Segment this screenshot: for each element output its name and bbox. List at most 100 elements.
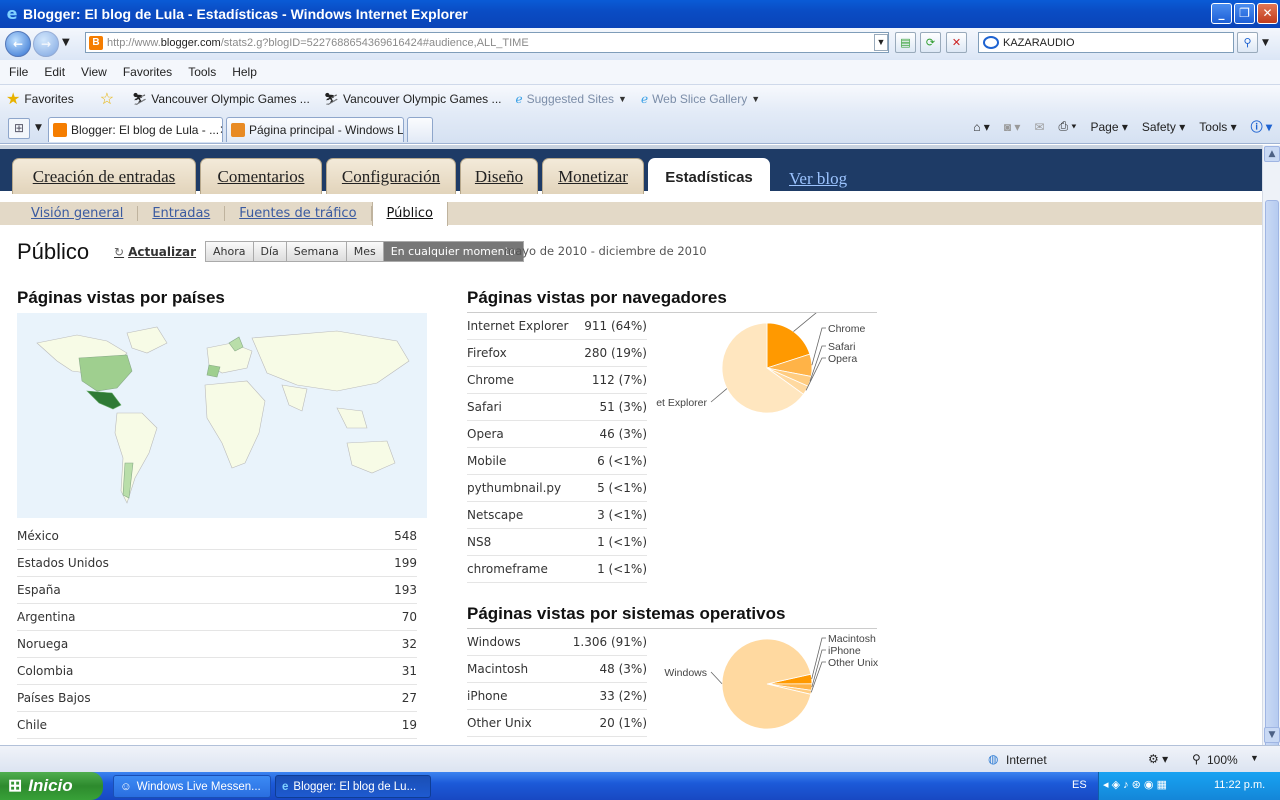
compat-view-icon[interactable]: ▤ [895, 32, 916, 53]
vertical-scrollbar[interactable]: ▲ ▼ [1262, 145, 1280, 750]
tab-monetizar[interactable]: Monetizar [542, 158, 644, 194]
menu-file[interactable]: File [0, 65, 35, 79]
menu-tools[interactable]: Tools [179, 65, 223, 79]
tab-configuracion[interactable]: Configuración [326, 158, 456, 194]
star-icon: ★ [6, 90, 21, 108]
row-label: Noruega [17, 637, 69, 651]
start-button[interactable]: ⊞ Inicio [0, 772, 103, 800]
row-value: 48 (3%) [599, 662, 647, 676]
subtab-entradas[interactable]: Entradas [138, 206, 226, 221]
zone-label: Internet [1006, 753, 1047, 767]
tools-menu[interactable]: Tools ▾ [1199, 120, 1236, 134]
scroll-up-icon[interactable]: ▲ [1264, 146, 1280, 162]
read-mail-icon[interactable]: ✉ [1034, 120, 1044, 134]
safety-menu[interactable]: Safety ▾ [1142, 120, 1185, 134]
tray-icons[interactable]: ◂ ◈ ♪ ⊛ ◉ ▦ [1103, 778, 1167, 791]
close-tab-icon[interactable]: ✕ [219, 123, 222, 137]
tab-diseno[interactable]: Diseño [460, 158, 538, 194]
new-tab-button[interactable] [407, 117, 433, 142]
zoom-dropdown[interactable]: ▼ [1250, 753, 1259, 763]
pie-label: Opera [828, 353, 857, 365]
suggested-sites[interactable]: ℯ Suggested Sites ▼ [516, 92, 627, 106]
close-button[interactable]: ✕ [1257, 3, 1278, 24]
protected-mode-icon[interactable]: ⚙ ▾ [1148, 752, 1168, 766]
add-favorite-button[interactable]: ☆ [94, 89, 118, 109]
quick-tabs-icon[interactable]: ⊞ [8, 118, 30, 139]
web-slice-gallery[interactable]: ℯ Web Slice Gallery ▼ [641, 92, 760, 106]
tab-estadisticas[interactable]: Estadísticas [648, 158, 770, 195]
feeds-icon[interactable]: ◙ ▾ [1004, 120, 1021, 134]
view-blog-link[interactable]: Ver blog [789, 169, 847, 189]
web-slice-label: Web Slice Gallery [652, 91, 748, 106]
range-mes[interactable]: Mes [346, 242, 384, 261]
search-icon[interactable]: ⚲ [1237, 32, 1258, 53]
countries-table: México 548 Estados Unidos 199 España 193 Argen… [17, 523, 417, 739]
table-row: Firefox 280 (19%) [467, 340, 647, 367]
help-icon[interactable]: ⓘ ▾ [1251, 118, 1272, 135]
tab-comentarios[interactable]: Comentarios [200, 158, 322, 194]
refresh-icon[interactable]: ⟳ [920, 32, 941, 53]
home-icon[interactable]: ⌂ ▾ [973, 120, 990, 134]
tab-creacion-entradas[interactable]: Creación de entradas [12, 158, 196, 194]
stop-icon[interactable]: ✕ [946, 32, 967, 53]
refresh-link[interactable]: ↻ Actualizar [114, 245, 196, 259]
suggested-sites-icon: ℯ [515, 91, 523, 106]
range-ahora[interactable]: Ahora [206, 242, 254, 261]
row-label: Argentina [17, 610, 76, 624]
fav-link-2[interactable]: ⛷ Vancouver Olympic Games ... [324, 92, 502, 106]
range-semana[interactable]: Semana [286, 242, 347, 261]
table-row: Chile 19 [17, 712, 417, 739]
browsers-table: Internet Explorer 911 (64%) Firefox 280 (19… [467, 313, 647, 583]
address-bar[interactable]: B http://www. blogger.com/stats2.g?blogID… [85, 32, 889, 53]
back-button[interactable]: ← [5, 31, 31, 57]
task-blogger[interactable]: e Blogger: El blog de Lu... [275, 775, 431, 798]
task-messenger[interactable]: ☺ Windows Live Messen... [113, 775, 271, 798]
zoom-level[interactable]: 100% [1207, 753, 1238, 767]
menu-help[interactable]: Help [223, 65, 264, 79]
tab-list-dropdown[interactable]: ▼ [35, 123, 42, 133]
range-cualquier-momento[interactable]: En cualquier momento [383, 242, 523, 261]
print-icon[interactable]: ⎙ ▾ [1059, 119, 1077, 134]
fav-link-2-label: Vancouver Olympic Games ... [343, 91, 502, 106]
menu-view[interactable]: View [72, 65, 114, 79]
pie-label: Windows [664, 667, 707, 679]
olympic-icon: ⛷ [323, 91, 340, 106]
search-box[interactable]: KAZARAUDIO [978, 32, 1234, 53]
address-dropdown[interactable]: ▼ [874, 34, 888, 51]
recent-pages-dropdown[interactable]: ▼ [62, 37, 70, 48]
row-value: 193 [394, 583, 417, 597]
page-menu[interactable]: Page ▾ [1090, 120, 1127, 134]
scroll-thumb[interactable] [1265, 200, 1279, 750]
favorites-button[interactable]: ★ Favorites [0, 89, 74, 109]
table-row: chromeframe 1 (<1%) [467, 556, 647, 583]
subtab-fuentes-trafico[interactable]: Fuentes de tráfico [225, 206, 372, 221]
language-indicator[interactable]: ES [1072, 779, 1087, 791]
menu-edit[interactable]: Edit [35, 65, 72, 79]
start-label: Inicio [28, 776, 73, 795]
row-label: Other Unix [467, 716, 532, 730]
subtab-publico[interactable]: Público [371, 201, 448, 226]
maximize-button[interactable]: ❐ [1234, 3, 1255, 24]
tab-windows-live-label: Página principal - Windows Live [249, 123, 404, 137]
search-input[interactable]: KAZARAUDIO [1003, 37, 1075, 49]
zoom-icon[interactable]: ⚲ [1192, 752, 1201, 766]
range-dia[interactable]: Día [253, 242, 287, 261]
minimize-button[interactable]: _ [1211, 3, 1232, 24]
fav-link-1[interactable]: ⛷ Vancouver Olympic Games ... [132, 92, 310, 106]
search-options-dropdown[interactable]: ▼ [1262, 38, 1269, 48]
pie-label: Chrome [828, 323, 866, 335]
row-label: chromeframe [467, 562, 548, 576]
row-label: Países Bajos [17, 691, 91, 705]
menu-favorites[interactable]: Favorites [114, 65, 179, 79]
row-label: Mobile [467, 454, 507, 468]
scroll-down-icon[interactable]: ▼ [1264, 727, 1280, 743]
pie-leader-line [793, 313, 817, 332]
tab-blogger[interactable]: Blogger: El blog de Lula - ... ✕ [48, 117, 223, 142]
table-row: Países Bajos 27 [17, 685, 417, 712]
tab-windows-live[interactable]: Página principal - Windows Live [226, 117, 404, 142]
subtab-vision-general[interactable]: Visión general [17, 206, 139, 221]
forward-button[interactable]: → [33, 31, 59, 57]
row-label: Windows [467, 635, 521, 649]
pie-leader-line [811, 637, 826, 680]
row-label: iPhone [467, 689, 508, 703]
